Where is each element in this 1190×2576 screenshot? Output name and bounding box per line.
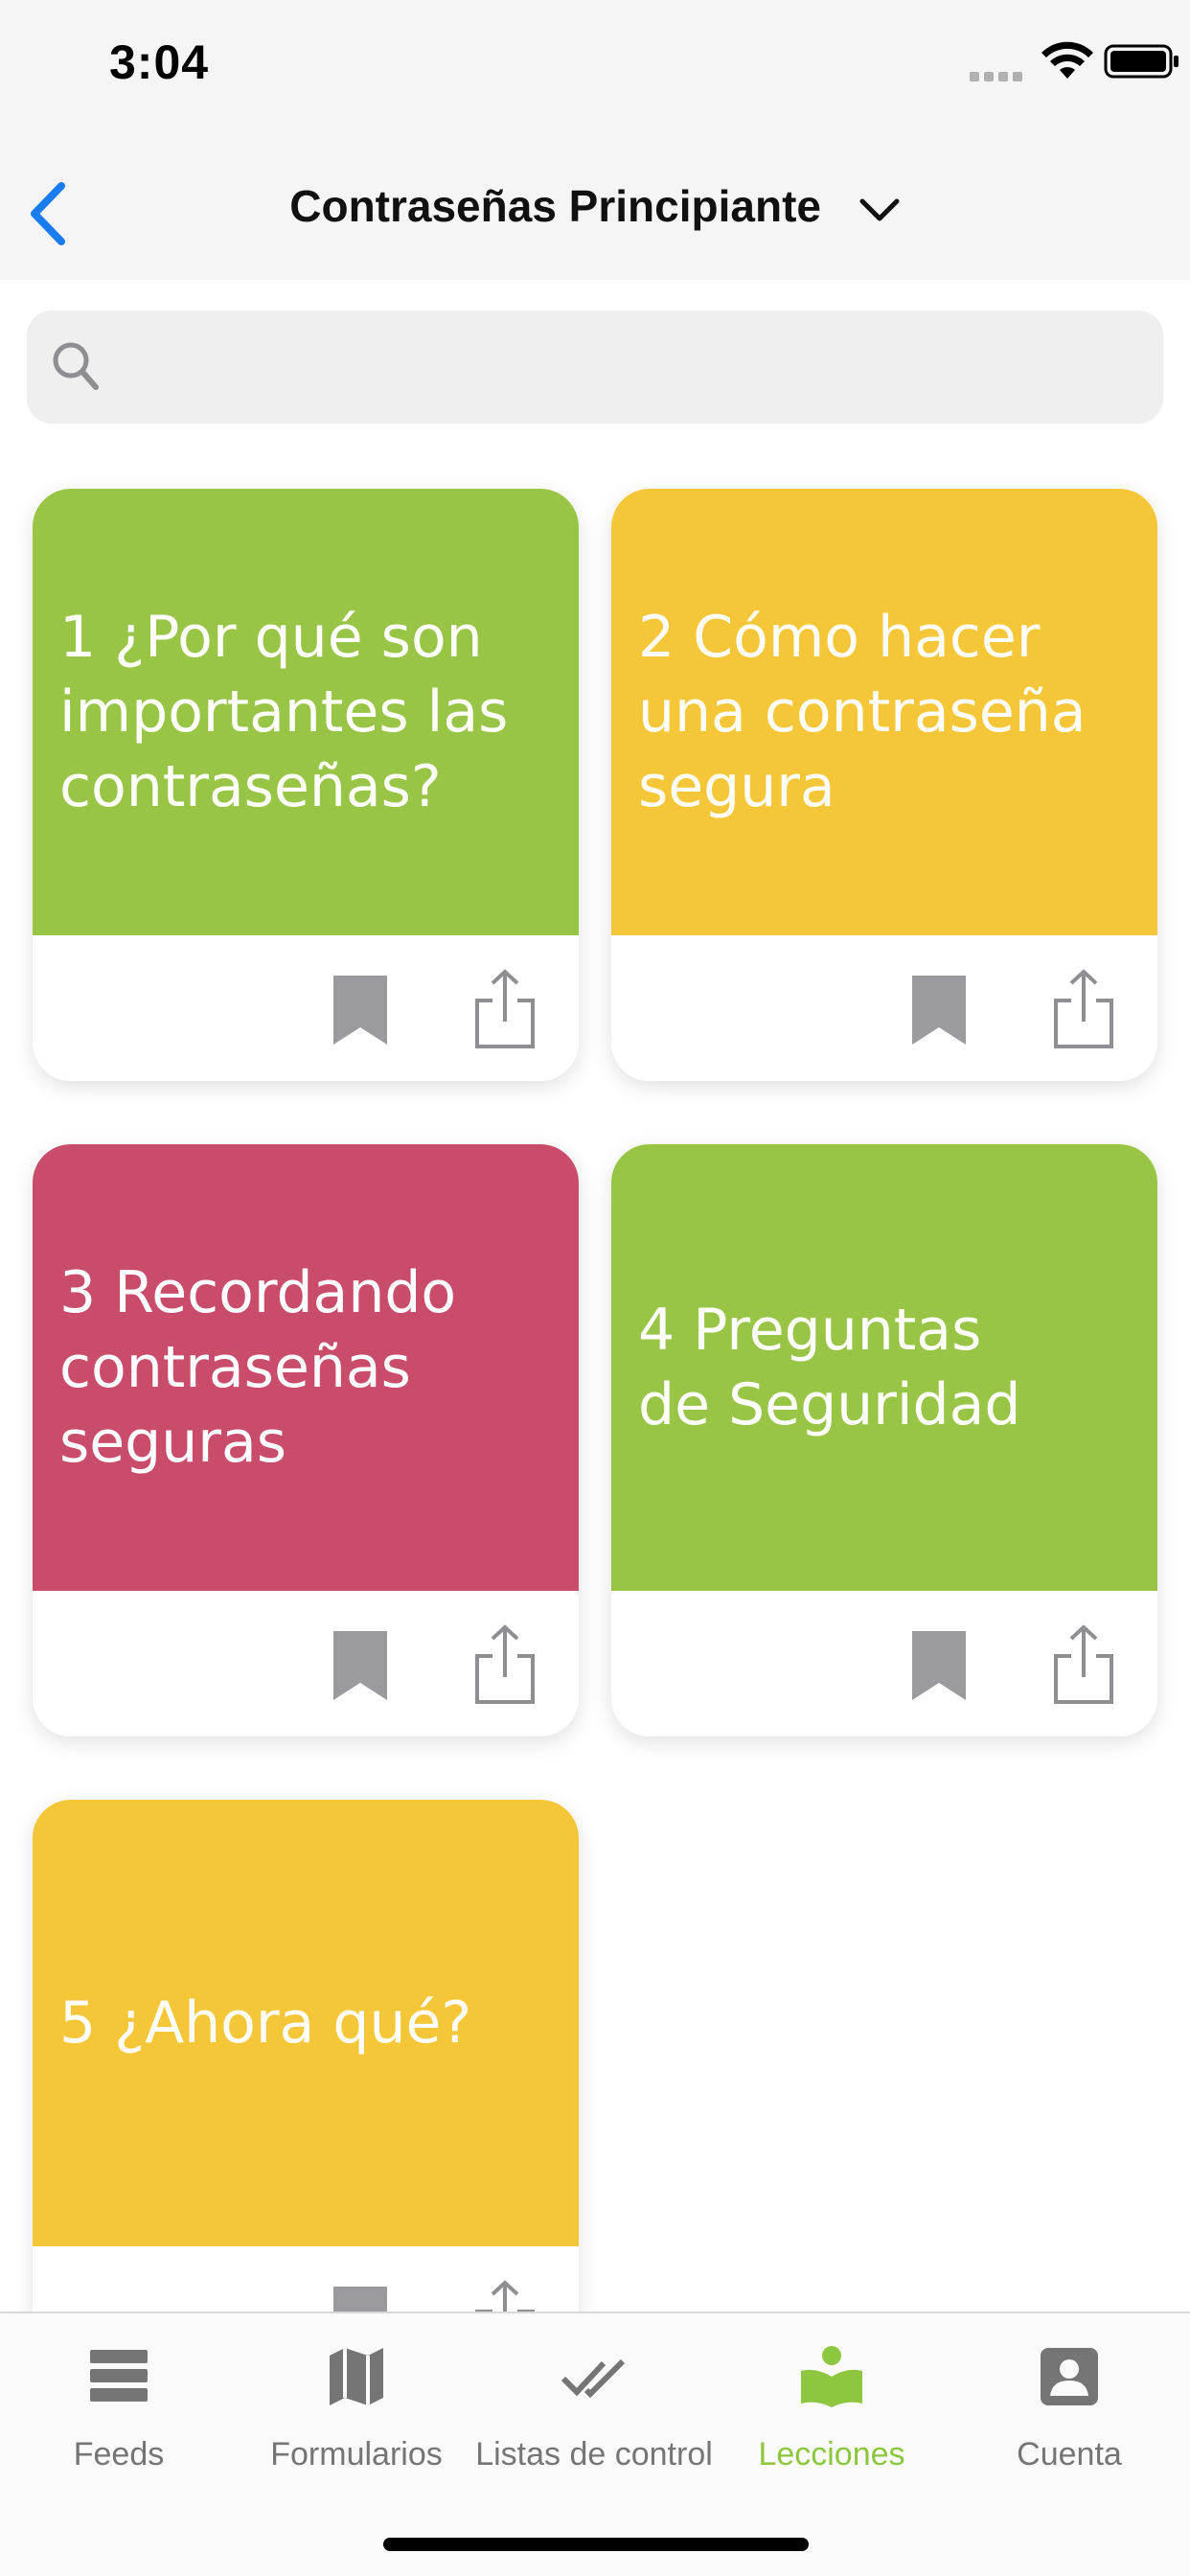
share-icon[interactable] xyxy=(473,2279,537,2312)
search-area xyxy=(0,280,1190,456)
tab-listas-de-control[interactable]: Listas de control xyxy=(475,2342,713,2496)
page-title: Contraseñas Principiante xyxy=(289,181,821,231)
lesson-card-4[interactable]: 4 Preguntas de Seguridad xyxy=(611,1144,1157,1736)
status-bar: 3:04 xyxy=(0,0,1190,134)
wifi-icon xyxy=(1041,41,1093,79)
tab-cuenta[interactable]: Cuenta xyxy=(950,2342,1188,2496)
share-icon[interactable] xyxy=(1052,1623,1115,1706)
battery-icon xyxy=(1104,44,1179,79)
lesson-card-actions xyxy=(33,2246,579,2312)
lesson-card-header[interactable]: 1 ¿Por qué son importantes las contraseñ… xyxy=(33,489,579,935)
lesson-title: 3 Recordando contraseñas seguras xyxy=(59,1259,457,1476)
lesson-book-icon xyxy=(801,2346,862,2407)
map-icon xyxy=(330,2348,383,2405)
lesson-title: 4 Preguntas de Seguridad xyxy=(638,1297,1021,1438)
lessons-grid: 1 ¿Por qué son importantes las contraseñ… xyxy=(0,456,1190,2312)
double-check-icon xyxy=(561,2358,626,2399)
chevron-down-icon xyxy=(859,198,900,221)
bookmark-icon[interactable] xyxy=(330,1629,391,1702)
lesson-card-actions xyxy=(611,1591,1157,1736)
tab-label: Listas de control xyxy=(475,2436,713,2472)
lesson-set-selector[interactable]: Contraseñas Principiante xyxy=(0,180,1190,232)
lesson-card-actions xyxy=(33,1591,579,1736)
lesson-card-header[interactable]: 5 ¿Ahora qué? xyxy=(33,1800,579,2246)
share-icon[interactable] xyxy=(473,1623,537,1706)
tab-bar: Feeds Formularios Listas de control Lecc… xyxy=(0,2312,1190,2576)
nav-bar: Contraseñas Principiante xyxy=(0,134,1190,280)
lesson-card-1[interactable]: 1 ¿Por qué son importantes las contraseñ… xyxy=(33,489,579,1081)
lesson-card-header[interactable]: 3 Recordando contraseñas seguras xyxy=(33,1144,579,1591)
search-field[interactable] xyxy=(27,310,1163,424)
share-icon[interactable] xyxy=(473,968,537,1050)
lesson-card-header[interactable]: 2 Cómo hacer una contraseña segura xyxy=(611,489,1157,935)
tab-label: Cuenta xyxy=(1017,2436,1122,2472)
signal-icon xyxy=(970,69,1027,81)
lesson-card-header[interactable]: 4 Preguntas de Seguridad xyxy=(611,1144,1157,1591)
bookmark-icon[interactable] xyxy=(330,974,391,1046)
share-icon[interactable] xyxy=(1052,968,1115,1050)
lesson-title: 2 Cómo hacer una contraseña segura xyxy=(638,604,1087,820)
lesson-card-2[interactable]: 2 Cómo hacer una contraseña segura xyxy=(611,489,1157,1081)
lesson-card-actions xyxy=(611,935,1157,1081)
bookmark-icon[interactable] xyxy=(330,2285,391,2312)
account-icon xyxy=(1041,2348,1098,2405)
feeds-icon xyxy=(90,2350,148,2402)
home-indicator[interactable] xyxy=(383,2538,809,2551)
tab-lecciones[interactable]: Lecciones xyxy=(713,2342,950,2496)
tab-label: Lecciones xyxy=(758,2436,905,2472)
lesson-card-actions xyxy=(33,935,579,1081)
search-icon xyxy=(53,342,99,390)
tab-feeds[interactable]: Feeds xyxy=(0,2342,238,2496)
tab-formularios[interactable]: Formularios xyxy=(238,2342,475,2496)
bookmark-icon[interactable] xyxy=(908,974,970,1046)
status-time: 3:04 xyxy=(109,35,210,89)
tab-label: Feeds xyxy=(73,2436,165,2472)
tab-label: Formularios xyxy=(270,2436,443,2472)
bookmark-icon[interactable] xyxy=(908,1629,970,1702)
lesson-card-5[interactable]: 5 ¿Ahora qué? xyxy=(33,1800,579,2312)
lesson-title: 1 ¿Por qué son importantes las contraseñ… xyxy=(59,604,509,820)
search-input[interactable] xyxy=(113,330,1129,404)
lesson-card-3[interactable]: 3 Recordando contraseñas seguras xyxy=(33,1144,579,1736)
lesson-title: 5 ¿Ahora qué? xyxy=(59,1990,472,2057)
